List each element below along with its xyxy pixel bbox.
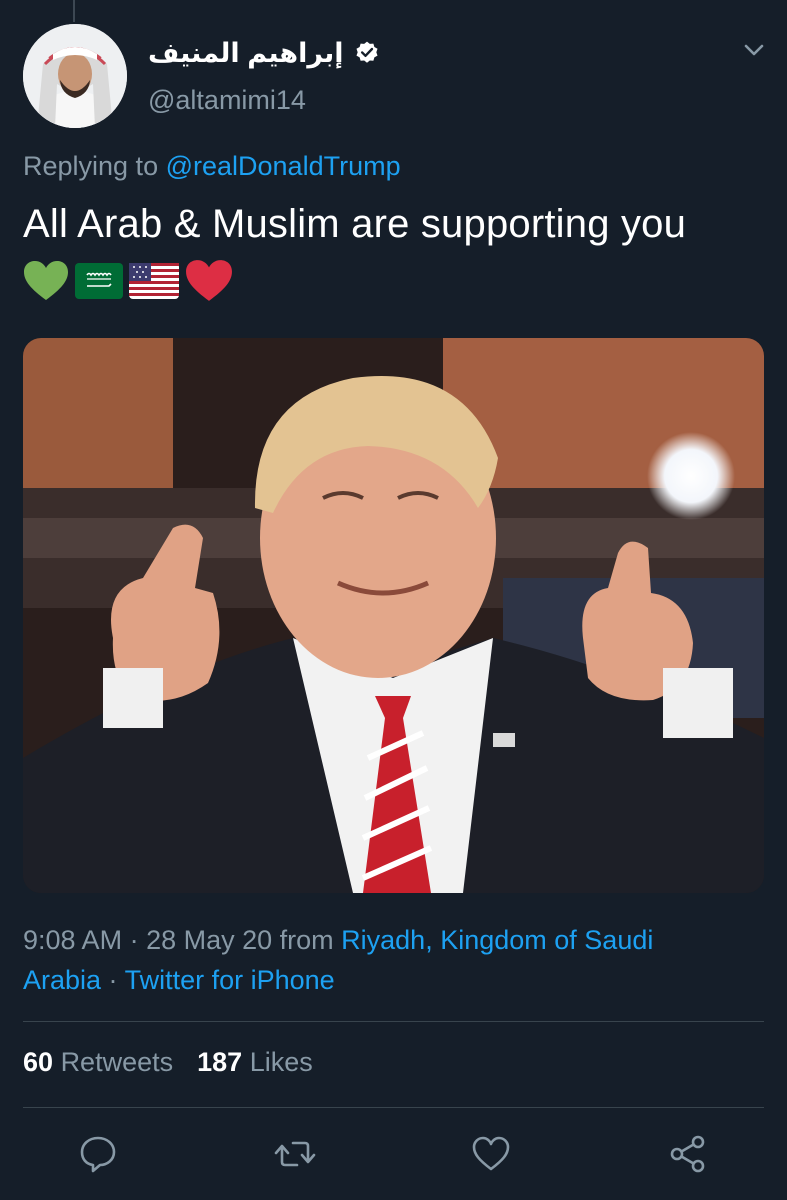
- retweet-icon[interactable]: [273, 1132, 317, 1176]
- emoji-row: [23, 258, 233, 304]
- avatar-image: [23, 24, 127, 128]
- united-states-flag-icon: [129, 263, 179, 299]
- saudi-arabia-flag-icon: [75, 263, 123, 299]
- tweet-meta: 9:08 AM · 28 May 20 from Riyadh, Kingdom…: [23, 920, 763, 1000]
- chevron-down-icon[interactable]: [738, 36, 770, 64]
- retweets-count: 60: [23, 1047, 54, 1077]
- like-icon[interactable]: [469, 1132, 513, 1176]
- reply-icon[interactable]: [76, 1132, 120, 1176]
- meta-separator: ·: [122, 925, 147, 955]
- location-line-2[interactable]: Arabia: [23, 965, 101, 995]
- avatar[interactable]: [23, 24, 127, 128]
- likes-label: Likes: [249, 1047, 313, 1077]
- tweet-time: 9:08 AM: [23, 925, 123, 955]
- share-icon[interactable]: [666, 1132, 710, 1176]
- tweet-photo[interactable]: [23, 338, 764, 893]
- meta-from: from: [272, 925, 342, 955]
- verified-badge-icon: [356, 41, 378, 63]
- divider-top: [23, 1021, 764, 1022]
- retweets-stat[interactable]: 60 Retweets: [23, 1047, 173, 1078]
- divider-bottom: [23, 1107, 764, 1108]
- green-heart-icon: [24, 261, 68, 300]
- replying-to: Replying to @realDonaldTrump: [23, 151, 401, 182]
- retweets-label: Retweets: [60, 1047, 174, 1077]
- tweet-stats: 60 Retweets 187 Likes: [23, 1047, 313, 1078]
- author-handle[interactable]: @altamimi14: [148, 85, 306, 116]
- author-name-row[interactable]: إبراهيم المنيف: [148, 34, 380, 72]
- display-name[interactable]: إبراهيم المنيف: [148, 38, 344, 69]
- thread-connector-line: [73, 0, 75, 22]
- tweet-date: 28 May 20: [146, 925, 273, 955]
- replying-to-prefix: Replying to: [23, 151, 166, 181]
- location-line-1[interactable]: Riyadh, Kingdom of Saudi: [341, 925, 653, 955]
- red-heart-icon: [186, 260, 232, 301]
- source-link[interactable]: Twitter for iPhone: [125, 965, 335, 995]
- likes-stat[interactable]: 187 Likes: [197, 1047, 313, 1078]
- tweet-text: All Arab & Muslim are supporting you: [23, 202, 687, 246]
- replying-to-link[interactable]: @realDonaldTrump: [166, 151, 401, 181]
- likes-count: 187: [197, 1047, 243, 1077]
- meta-separator-2: ·: [101, 965, 125, 995]
- photo-thumbs-up-image: [23, 338, 764, 893]
